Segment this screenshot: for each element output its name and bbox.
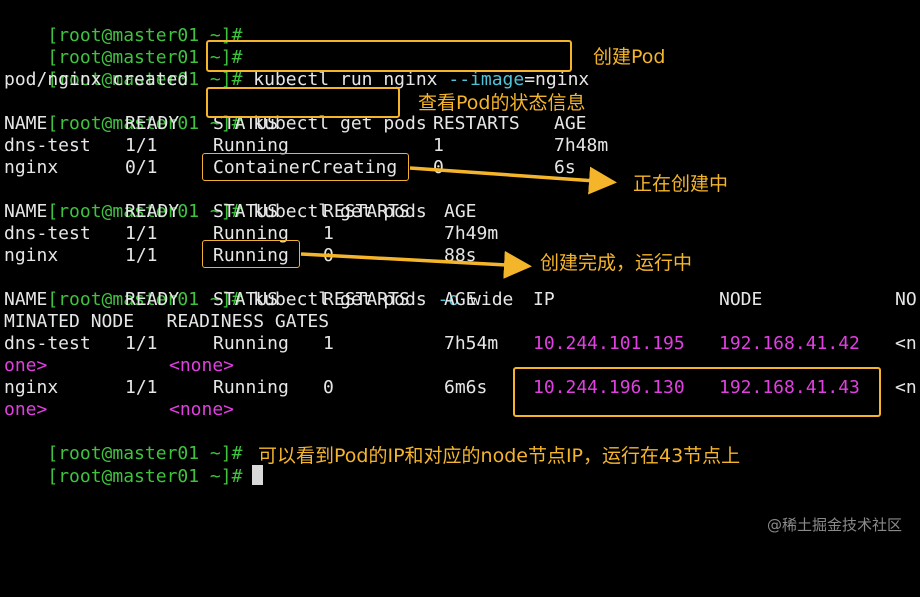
cell-ready: 1/1 (125, 135, 158, 156)
cell-name: dns-test (4, 223, 91, 244)
cell-status: Running (213, 377, 289, 398)
cell-restarts: 0 (433, 157, 444, 178)
cell-age: 6m6s (444, 377, 488, 398)
cell-wrap: one> (4, 399, 48, 420)
cell-node: 192.168.41.42 (719, 333, 860, 354)
text-cursor[interactable] (252, 465, 264, 485)
table-row: nginx 1/1 Running 0 88s (4, 245, 904, 267)
col-ready: READY (125, 201, 180, 222)
cell-ready: 1/1 (125, 223, 158, 244)
cell-name: dns-test (4, 333, 91, 354)
terminal-line: [root@master01 ~]# kubectl get pods -o w… (4, 267, 513, 310)
command-flag: --image (448, 69, 525, 90)
table-row: dns-test 1/1 Running 1 7h49m (4, 223, 904, 245)
terminal-line: [root@master01 ~]# (4, 421, 242, 464)
cell-readiness-gates: <none> (169, 399, 235, 420)
note-create-pod: 创建Pod (593, 46, 666, 68)
cell-ready: 1/1 (125, 377, 158, 398)
table-row: dns-test 1/1 Running 1 7h54m 10.244.101.… (4, 333, 920, 355)
col-restarts: RESTARTS (323, 201, 410, 222)
cell-ready: 1/1 (125, 333, 158, 354)
terminal-line: [root@master01 ~]# (4, 443, 264, 487)
highlight-get-pods-command (206, 87, 400, 118)
cell-name: nginx (4, 245, 59, 266)
col-node: NODE (719, 289, 763, 310)
watermark: @稀土掘金技术社区 (766, 516, 902, 534)
col-status: STATUS (213, 201, 279, 222)
cell-nominated-node: <n (895, 333, 917, 354)
cell-name: nginx (4, 157, 59, 178)
cell-restarts: 0 (323, 245, 334, 266)
col-name: NAME (4, 201, 48, 222)
col-status: STATUS (213, 289, 279, 310)
cell-ip: 10.244.101.195 (533, 333, 685, 354)
cell-restarts: 1 (323, 223, 334, 244)
table-header: NAME READY STATUS RESTARTS AGE (4, 113, 904, 135)
cell-name: dns-test (4, 135, 91, 156)
col-ready: READY (125, 113, 180, 134)
terminal-window[interactable]: [root@master01 ~]# [root@master01 ~]# [r… (0, 0, 920, 553)
cell-restarts: 0 (323, 377, 334, 398)
cell-restarts: 1 (433, 135, 444, 156)
cell-nominated-node: <n (895, 377, 917, 398)
highlight-container-creating (202, 153, 409, 181)
table-row: dns-test 1/1 Running 1 7h48m (4, 135, 904, 157)
prompt: [root@master01 ~]# (47, 466, 243, 487)
command-text: =nginx (524, 69, 590, 90)
col-nominated-node: NO (895, 289, 917, 310)
table-header: NAME READY STATUS RESTARTS AGE IP NODE N… (4, 289, 920, 311)
table-header: NAME READY STATUS RESTARTS AGE (4, 201, 904, 223)
col-ready: READY (125, 289, 180, 310)
note-creating: 正在创建中 (633, 173, 729, 195)
table-row: nginx 0/1 ContainerCreating 0 6s (4, 157, 904, 179)
col-age: AGE (444, 201, 477, 222)
table-header-wrap: MINATED NODE READINESS GATES (4, 311, 330, 332)
cell-ready: 0/1 (125, 157, 158, 178)
cell-age: 88s (444, 245, 477, 266)
col-name: NAME (4, 113, 48, 134)
cell-age: 7h49m (444, 223, 499, 244)
highlight-ip-node (513, 367, 881, 417)
col-age: AGE (444, 289, 477, 310)
col-restarts: RESTARTS (323, 289, 410, 310)
cell-age: 7h48m (554, 135, 609, 156)
highlight-running (202, 240, 300, 268)
cell-age: 6s (554, 157, 576, 178)
cell-readiness-gates: <none> (169, 355, 235, 376)
terminal-line: [root@master01 ~]# kubectl get pods (4, 179, 426, 222)
cell-ready: 1/1 (125, 245, 158, 266)
cell-restarts: 1 (323, 333, 334, 354)
cell-age: 7h54m (444, 333, 499, 354)
terminal-line: [root@master01 ~]# (4, 3, 242, 46)
col-name: NAME (4, 289, 48, 310)
cell-name: nginx (4, 377, 59, 398)
col-ip: IP (533, 289, 555, 310)
cell-status: Running (213, 333, 289, 354)
highlight-run-command (206, 40, 572, 72)
note-created-running: 创建完成，运行中 (540, 252, 693, 274)
cell-wrap: one> (4, 355, 48, 376)
note-ip: 可以看到Pod的IP和对应的node节点IP，运行在43节点上 (258, 445, 741, 467)
col-age: AGE (554, 113, 587, 134)
col-restarts: RESTARTS (433, 113, 520, 134)
note-view-status: 查看Pod的状态信息 (418, 92, 586, 114)
terminal-output: pod/nginx created (4, 69, 189, 90)
